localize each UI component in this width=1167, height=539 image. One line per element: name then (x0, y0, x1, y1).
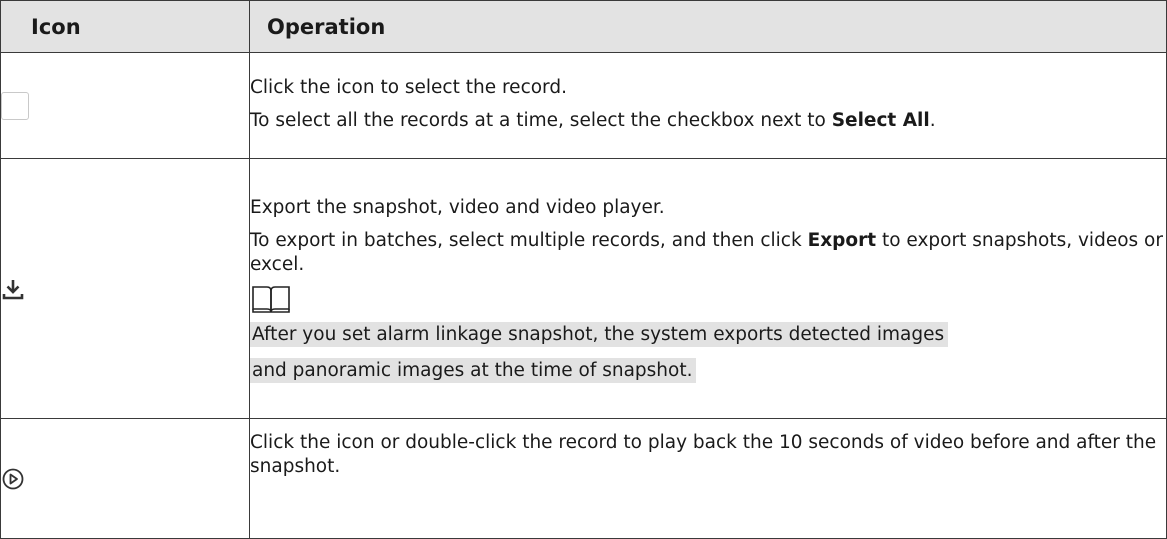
icon-cell (0, 52, 250, 159)
note-line: and panoramic images at the time of snap… (250, 357, 697, 383)
operation-cell: Click the icon or double-click the recor… (249, 418, 1167, 539)
note-line: After you set alarm linkage snapshot, th… (250, 321, 949, 347)
note-icon-wrapper (250, 283, 1166, 315)
text-segment: . (929, 110, 936, 131)
icon-cell (0, 418, 250, 539)
bold-term-export: Export (807, 229, 877, 251)
table-header-row: Icon Operation (0, 0, 1167, 53)
icon-cell (0, 158, 250, 419)
download-icon[interactable] (1, 277, 25, 301)
operation-cell: Click the icon to select the record. To … (249, 52, 1167, 159)
book-note-icon (252, 285, 290, 313)
table-row: Click the icon to select the record. To … (0, 52, 1167, 159)
text-segment: To export in batches, select multiple re… (250, 229, 808, 251)
text-segment: To select all the records at a time, sel… (250, 110, 832, 131)
operation-text: To export in batches, select multiple re… (250, 229, 1166, 277)
note-text: and panoramic images at the time of snap… (250, 353, 1166, 389)
operation-text: To select all the records at a time, sel… (250, 109, 1166, 133)
header-operation: Operation (249, 0, 1167, 53)
operation-text: Click the icon to select the record. (250, 77, 567, 98)
operations-table: Icon Operation Click the icon to select … (0, 0, 1167, 539)
table-row: Click the icon or double-click the recor… (0, 418, 1167, 539)
checkbox-icon[interactable] (1, 91, 29, 120)
table-row: Export the snapshot, video and video pla… (0, 158, 1167, 419)
note-text: After you set alarm linkage snapshot, th… (250, 317, 1166, 353)
play-circle-icon[interactable] (1, 467, 25, 491)
bold-term-select-all: Select All (831, 110, 930, 131)
operation-cell: Export the snapshot, video and video pla… (249, 158, 1167, 419)
header-icon: Icon (0, 0, 250, 53)
operation-text: Click the icon or double-click the recor… (250, 432, 1157, 477)
operation-text: Export the snapshot, video and video pla… (250, 196, 665, 218)
